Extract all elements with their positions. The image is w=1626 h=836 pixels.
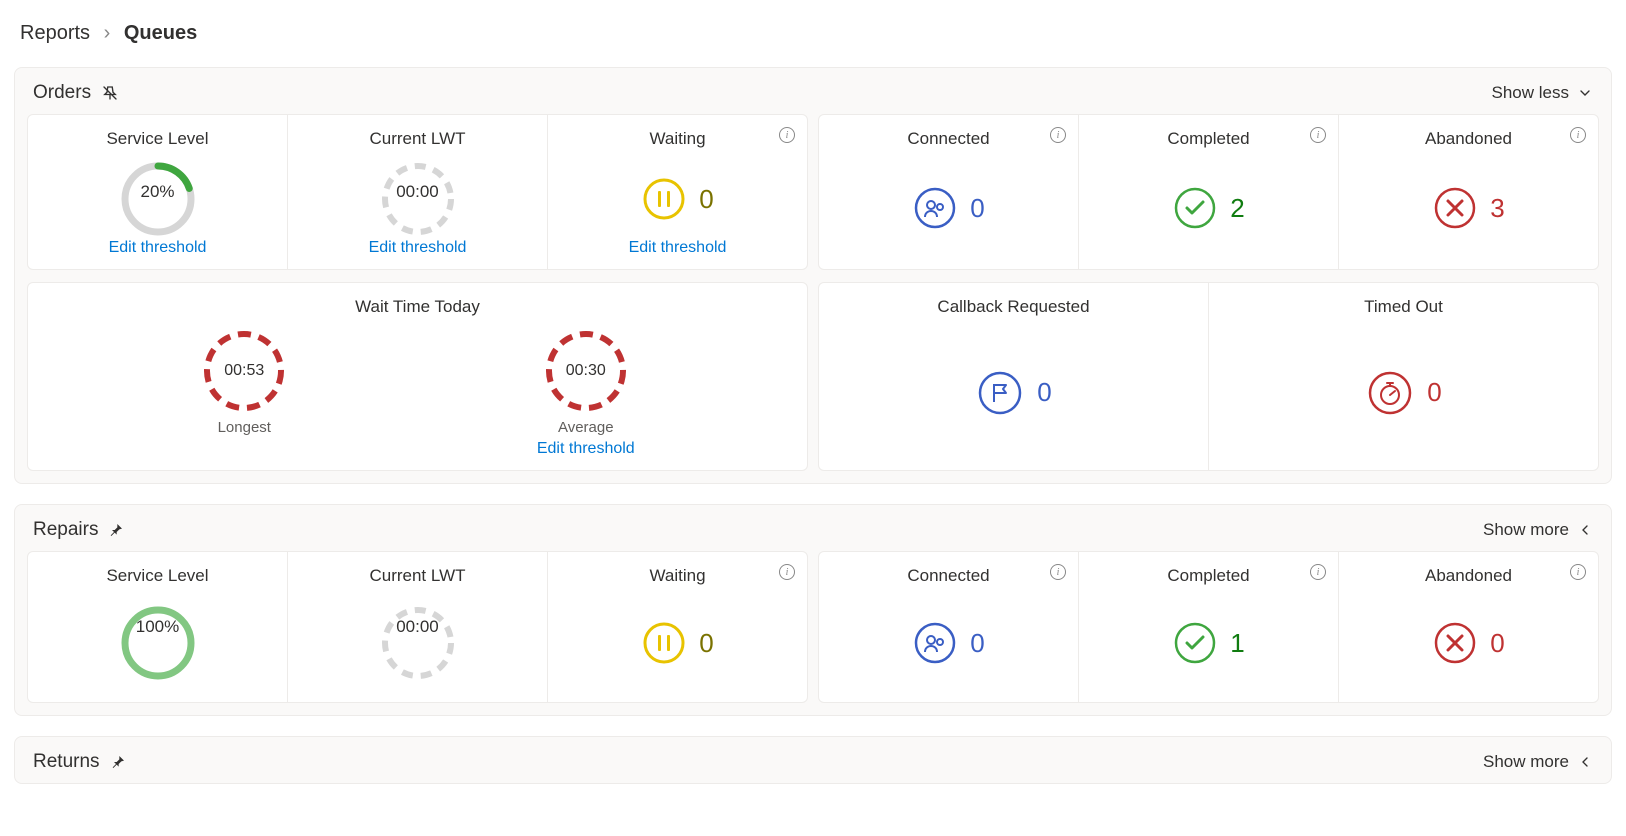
- chevron-left-icon: [1577, 522, 1593, 538]
- lwt-gauge-icon: 00:00: [378, 159, 458, 239]
- breadcrumb: Reports › Queues: [0, 0, 1626, 67]
- card-title: Completed: [1167, 129, 1249, 149]
- info-icon[interactable]: i: [1310, 127, 1326, 143]
- longest-label: Longest: [218, 419, 271, 436]
- toggle-label: Show more: [1483, 752, 1569, 772]
- info-icon[interactable]: i: [1050, 127, 1066, 143]
- card-connected: Connected i 0: [819, 115, 1079, 269]
- pause-icon: [641, 620, 687, 666]
- info-icon[interactable]: i: [1050, 564, 1066, 580]
- card-current-lwt: Current LWT 00:00 Edit threshold: [288, 115, 548, 269]
- edit-threshold-link[interactable]: Edit threshold: [629, 239, 727, 257]
- longest-wait-gauge-icon: 00:53: [200, 327, 288, 415]
- x-circle-icon: [1432, 185, 1478, 231]
- connected-value: 0: [970, 193, 984, 224]
- pin-icon[interactable]: [110, 754, 126, 770]
- info-icon[interactable]: i: [1570, 127, 1586, 143]
- queue-title-repairs: Repairs: [33, 519, 124, 541]
- card-waiting: Waiting i 0: [548, 552, 807, 702]
- lwt-gauge-icon: 00:00: [378, 603, 458, 683]
- breadcrumb-current: Queues: [124, 22, 197, 44]
- lwt-value: 00:00: [288, 552, 547, 702]
- chevron-right-icon: ›: [104, 22, 111, 44]
- card-title: Connected: [907, 566, 989, 586]
- queue-title-label: Orders: [33, 82, 91, 104]
- show-less-toggle[interactable]: Show less: [1492, 83, 1593, 103]
- unpin-icon[interactable]: [101, 84, 119, 102]
- info-icon[interactable]: i: [1310, 564, 1326, 580]
- average-wait-gauge-icon: 00:30: [542, 327, 630, 415]
- queue-panel-orders: Orders Show less Service Level: [14, 67, 1612, 484]
- completed-value: 1: [1230, 628, 1244, 659]
- abandoned-value: 0: [1490, 628, 1504, 659]
- info-icon[interactable]: i: [779, 564, 795, 580]
- card-wait-time-today: Wait Time Today 00:53 Longest: [28, 283, 807, 470]
- service-level-value: 100%: [28, 552, 287, 702]
- card-title: Completed: [1167, 566, 1249, 586]
- completed-value: 2: [1230, 193, 1244, 224]
- connected-value: 0: [970, 628, 984, 659]
- toggle-label: Show more: [1483, 520, 1569, 540]
- average-label: Average: [558, 419, 614, 436]
- card-title: Waiting: [649, 566, 705, 586]
- card-title: Callback Requested: [937, 297, 1089, 317]
- pause-icon: [641, 176, 687, 222]
- queue-title-label: Returns: [33, 751, 100, 773]
- queue-panel-returns: Returns Show more: [14, 736, 1612, 784]
- card-completed: Completed i 1: [1079, 552, 1339, 702]
- queue-title-label: Repairs: [33, 519, 98, 541]
- card-service-level: Service Level 20% Edit threshold: [28, 115, 288, 269]
- stopwatch-circle-icon: [1365, 368, 1415, 418]
- info-icon[interactable]: i: [779, 127, 795, 143]
- info-icon[interactable]: i: [1570, 564, 1586, 580]
- card-abandoned: Abandoned i 0: [1339, 552, 1598, 702]
- card-completed: Completed i 2: [1079, 115, 1339, 269]
- toggle-label: Show less: [1492, 83, 1569, 103]
- show-more-toggle[interactable]: Show more: [1483, 752, 1593, 772]
- check-circle-icon: [1172, 620, 1218, 666]
- waiting-value: 0: [699, 628, 713, 659]
- lwt-value: 00:00: [288, 115, 547, 269]
- card-title: Waiting: [649, 129, 705, 149]
- queue-title-returns: Returns: [33, 751, 126, 773]
- people-icon: [912, 620, 958, 666]
- longest-wait-value: 00:53: [200, 327, 288, 415]
- chevron-down-icon: [1577, 85, 1593, 101]
- queue-panel-repairs: Repairs Show more Service Level: [14, 504, 1612, 716]
- people-icon: [912, 185, 958, 231]
- card-callback-requested: Callback Requested 0: [819, 283, 1209, 470]
- service-level-gauge-icon: 100%: [118, 603, 198, 683]
- card-connected: Connected i 0: [819, 552, 1079, 702]
- service-level-value: 20%: [28, 115, 287, 269]
- card-service-level: Service Level 100%: [28, 552, 288, 702]
- chevron-left-icon: [1577, 754, 1593, 770]
- card-timed-out: Timed Out 0: [1209, 283, 1598, 470]
- average-wait-value: 00:30: [542, 327, 630, 415]
- show-more-toggle[interactable]: Show more: [1483, 520, 1593, 540]
- abandoned-value: 3: [1490, 193, 1504, 224]
- breadcrumb-parent[interactable]: Reports: [20, 22, 90, 44]
- timed-out-value: 0: [1427, 377, 1441, 408]
- card-title: Abandoned: [1425, 566, 1512, 586]
- card-current-lwt: Current LWT 00:00: [288, 552, 548, 702]
- check-circle-icon: [1172, 185, 1218, 231]
- callback-value: 0: [1037, 377, 1051, 408]
- flag-circle-icon: [975, 368, 1025, 418]
- queue-title-orders: Orders: [33, 82, 119, 104]
- x-circle-icon: [1432, 620, 1478, 666]
- card-title: Abandoned: [1425, 129, 1512, 149]
- edit-threshold-link[interactable]: Edit threshold: [537, 440, 635, 458]
- pin-icon[interactable]: [108, 522, 124, 538]
- service-level-gauge-icon: 20%: [118, 159, 198, 239]
- card-abandoned: Abandoned i 3: [1339, 115, 1598, 269]
- waiting-value: 0: [699, 184, 713, 215]
- card-waiting: Waiting i 0 Edit threshold: [548, 115, 807, 269]
- card-title: Timed Out: [1364, 297, 1443, 317]
- card-title: Wait Time Today: [355, 297, 480, 317]
- card-title: Connected: [907, 129, 989, 149]
